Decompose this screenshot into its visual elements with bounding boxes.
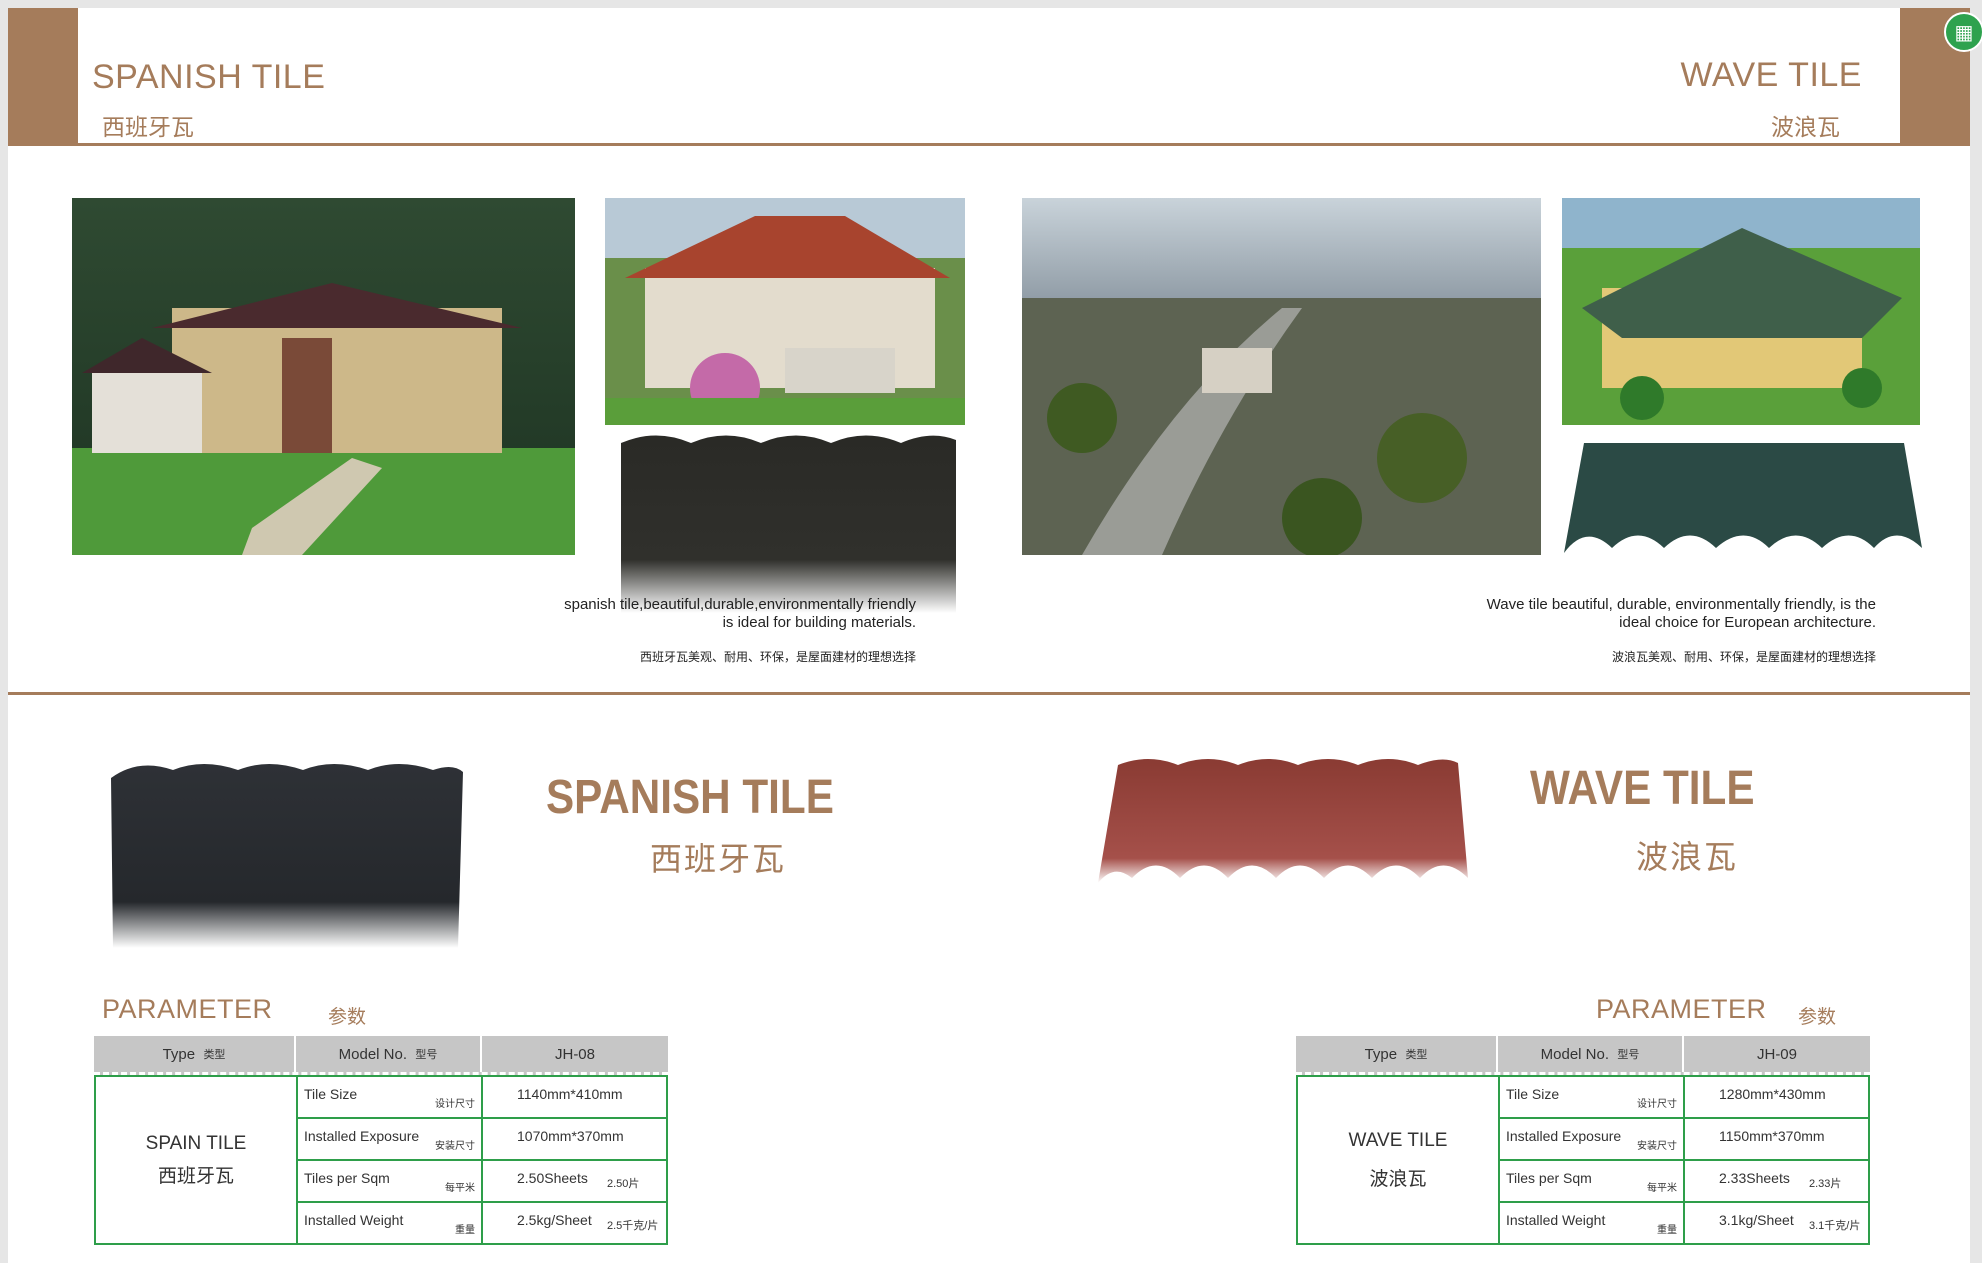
wave-roof-house-photo — [1562, 198, 1920, 425]
header-subtitle-right: 波浪瓦 — [1771, 114, 1840, 140]
type-header: Type 类型 — [94, 1036, 296, 1072]
row-label-cn: 安装尺寸 — [435, 1141, 475, 1152]
type-header: Type 类型 — [1296, 1036, 1498, 1072]
table-body: WAVE TILE 波浪瓦 Tile Size 设计尺寸 1280mm*430mm… — [1296, 1075, 1870, 1245]
spanish-parameter-table: Type 类型 Model No. 型号 JH-08 SPAIN TILE 西班… — [94, 1036, 668, 1245]
table-row: Tiles per Sqm 每平米 2.33Sheets 2.33片 — [1500, 1161, 1870, 1203]
type-name-en: SPAIN TILE — [145, 1132, 247, 1154]
row-label: Tiles per Sqm — [1506, 1170, 1592, 1186]
row-label-cn: 重量 — [1657, 1225, 1677, 1236]
table-header: Type 类型 Model No. 型号 JH-08 — [94, 1036, 668, 1075]
type-name-en: WAVE TILE — [1348, 1129, 1448, 1151]
row-value-cn: 2.50片 — [607, 1178, 640, 1190]
section-rule — [8, 692, 1970, 695]
row-label-cn: 重量 — [455, 1225, 475, 1236]
spanish-product-subtitle: 西班牙瓦 — [650, 841, 787, 877]
row-value: 1280mm*430mm — [1719, 1086, 1826, 1102]
table-row: Installed Exposure 安装尺寸 1070mm*370mm — [298, 1119, 668, 1161]
type-cell: SPAIN TILE 西班牙瓦 — [96, 1077, 298, 1243]
type-name-cn: 西班牙瓦 — [157, 1165, 234, 1187]
row-label: Installed Weight — [304, 1212, 404, 1228]
header-title-left: SPANISH TILE — [92, 58, 326, 96]
row-value: 2.5kg/Sheet — [517, 1212, 592, 1228]
wave-caption-en-2: ideal choice for European architecture. — [1619, 614, 1876, 631]
wave-tile-village-photo — [1022, 198, 1541, 555]
wave-caption-cn: 波浪瓦美观、耐用、环保，是屋面建材的理想选择 — [1611, 650, 1876, 664]
row-label: Tile Size — [304, 1086, 358, 1102]
row-value: 1140mm*410mm — [517, 1086, 623, 1102]
model-header: Model No. 型号 — [1498, 1036, 1684, 1072]
row-label-cn: 设计尺寸 — [435, 1099, 475, 1110]
spanish-caption-cn: 西班牙瓦美观、耐用、环保，是屋面建材的理想选择 — [639, 650, 916, 664]
row-label: Tiles per Sqm — [304, 1170, 390, 1186]
type-name-cn: 波浪瓦 — [1369, 1168, 1427, 1190]
row-label-cn: 每平米 — [1647, 1183, 1677, 1194]
row-value: 1070mm*370mm — [517, 1128, 624, 1144]
table-row: Tile Size 设计尺寸 1140mm*410mm — [298, 1077, 668, 1119]
wave-tile-product-image — [1098, 753, 1470, 923]
table-header: Type 类型 Model No. 型号 JH-09 — [1296, 1036, 1870, 1075]
spanish-tile-product-image — [103, 758, 465, 948]
row-value: 1150mm*370mm — [1719, 1128, 1825, 1144]
header-title-right: WAVE TILE — [1680, 56, 1862, 94]
model-number: JH-09 — [1756, 1045, 1797, 1063]
header-subtitle-left: 西班牙瓦 — [102, 114, 194, 140]
row-label: Tile Size — [1506, 1086, 1560, 1102]
row-label-cn: 设计尺寸 — [1637, 1099, 1677, 1110]
spanish-caption-en-2: is ideal for building materials. — [722, 614, 916, 631]
spanish-roof-house-photo — [605, 198, 965, 425]
wave-caption-en-1: Wave tile beautiful, durable, environmen… — [1486, 596, 1876, 613]
model-number: JH-08 — [554, 1045, 595, 1063]
row-value-cn: 3.1千克/片 — [1809, 1220, 1861, 1232]
row-label-cn: 每平米 — [445, 1183, 475, 1194]
spanish-house-photo — [72, 198, 575, 555]
spanish-caption-en-1: spanish tile,beautiful,durable,environme… — [564, 596, 916, 613]
header-accent-left — [8, 8, 78, 145]
row-value: 2.50Sheets — [517, 1170, 588, 1186]
row-label: Installed Exposure — [304, 1128, 420, 1144]
wave-parameter-table: Type 类型 Model No. 型号 JH-09 WAVE TILE 波浪瓦… — [1296, 1036, 1870, 1245]
model-header: Model No. 型号 — [296, 1036, 482, 1072]
table-row: Installed Weight 重量 3.1kg/Sheet 3.1千克/片 — [1500, 1203, 1870, 1243]
wave-parameter-label: PARAMETER — [1596, 994, 1767, 1024]
row-label-cn: 安装尺寸 — [1637, 1141, 1677, 1152]
table-body: SPAIN TILE 西班牙瓦 Tile Size 设计尺寸 1140mm*410… — [94, 1075, 668, 1245]
row-value-cn: 2.33片 — [1809, 1178, 1842, 1190]
header-rule — [8, 143, 1970, 146]
row-value: 2.33Sheets — [1719, 1170, 1790, 1186]
spanish-tile-sample-image — [616, 428, 961, 613]
wave-parameter-label-cn: 参数 — [1798, 1007, 1837, 1028]
wave-tile-sample-image — [1564, 428, 1922, 568]
spanish-product-title: SPANISH TILE — [546, 771, 834, 824]
table-view-icon[interactable]: ▦ — [1944, 12, 1982, 52]
row-value: 3.1kg/Sheet — [1719, 1212, 1794, 1228]
table-row: Installed Exposure 安装尺寸 1150mm*370mm — [1500, 1119, 1870, 1161]
row-value-cn: 2.5千克/片 — [607, 1220, 659, 1232]
spanish-parameter-label: PARAMETER — [102, 994, 273, 1024]
row-label: Installed Exposure — [1506, 1128, 1622, 1144]
wave-product-title: WAVE TILE — [1530, 762, 1755, 815]
table-row: Installed Weight 重量 2.5kg/Sheet 2.5千克/片 — [298, 1203, 668, 1243]
wave-product-subtitle: 波浪瓦 — [1636, 839, 1739, 875]
type-cell: WAVE TILE 波浪瓦 — [1298, 1077, 1500, 1243]
catalog-page: SPANISH TILE 西班牙瓦 WAVE TILE 波浪瓦 spanish … — [8, 8, 1970, 1263]
table-row: Tiles per Sqm 每平米 2.50Sheets 2.50片 — [298, 1161, 668, 1203]
spanish-parameter-label-cn: 参数 — [328, 1007, 367, 1028]
row-label: Installed Weight — [1506, 1212, 1606, 1228]
table-row: Tile Size 设计尺寸 1280mm*430mm — [1500, 1077, 1870, 1119]
